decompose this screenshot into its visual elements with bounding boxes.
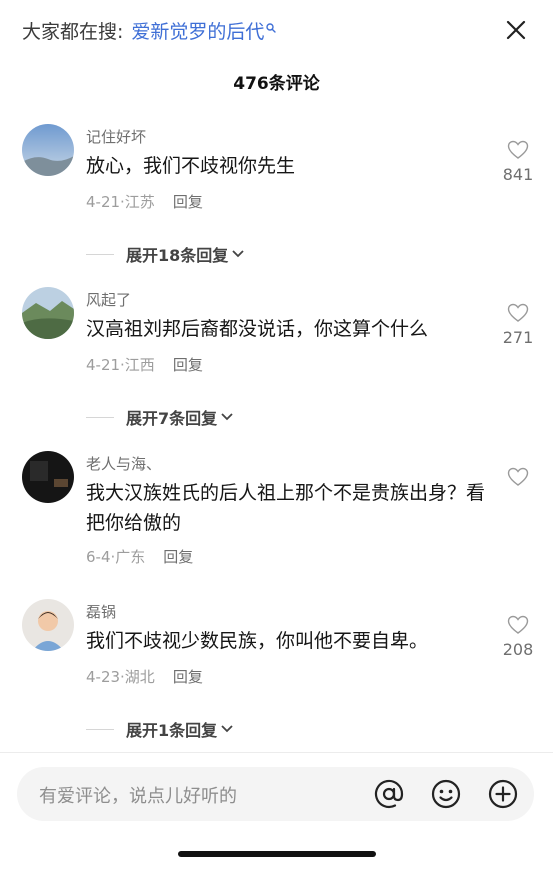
search-suggestion-prefix: 大家都在搜: (22, 20, 124, 43)
heart-icon (507, 467, 529, 486)
heart-icon (507, 303, 529, 322)
divider (86, 728, 114, 730)
comment-author[interactable]: 记住好坏 (86, 126, 146, 147)
comment-meta: 4-21·江苏 回复 (86, 191, 203, 212)
close-icon (506, 20, 526, 40)
like-count: 271 (502, 328, 534, 347)
chevron-down-icon (232, 250, 244, 258)
avatar[interactable] (22, 451, 74, 503)
like-button[interactable]: 841 (496, 140, 540, 184)
home-indicator[interactable] (178, 851, 376, 857)
heart-icon (507, 140, 529, 159)
mention-button[interactable] (373, 778, 405, 810)
expand-replies-label: 展开7条回复 (126, 409, 218, 428)
like-button[interactable] (496, 467, 540, 487)
comment-date-location: 4-21·江西 (86, 356, 155, 374)
divider (0, 752, 553, 753)
expand-replies-button[interactable]: 展开1条回复 (86, 717, 234, 741)
plus-icon (488, 779, 518, 809)
reply-button[interactable]: 回复 (173, 668, 203, 686)
avatar[interactable] (22, 124, 74, 176)
chevron-down-icon (221, 413, 233, 421)
comment-date-location: 4-23·湖北 (86, 668, 155, 686)
comment-meta: 4-23·湖北 回复 (86, 666, 203, 687)
comment-author[interactable]: 磊锅 (86, 601, 116, 622)
comment-input-placeholder: 有爱评论，说点儿好听的 (39, 786, 237, 807)
like-button[interactable]: 271 (496, 303, 540, 347)
comment-count-title: 476条评论 (233, 74, 320, 94)
comment-text: 汉高祖刘邦后裔都没说话，你这算个什么 (86, 318, 429, 340)
search-suggestion-bar[interactable]: 大家都在搜: 爱新觉罗的后代 (22, 14, 532, 46)
chevron-down-icon (221, 725, 233, 733)
expand-replies-label: 展开18条回复 (126, 246, 229, 265)
divider (86, 253, 114, 255)
like-count: 208 (502, 640, 534, 659)
like-button[interactable]: 208 (496, 615, 540, 659)
like-count: 841 (502, 165, 534, 184)
expand-replies-button[interactable]: 展开7条回复 (86, 405, 234, 429)
comment-input[interactable]: 有爱评论，说点儿好听的 (17, 767, 534, 821)
expand-replies-label: 展开1条回复 (126, 721, 218, 740)
avatar[interactable] (22, 287, 74, 339)
reply-button[interactable]: 回复 (173, 193, 203, 211)
comment-text: 我们不歧视少数民族，你叫他不要自卑。 (86, 630, 429, 652)
emoji-icon (431, 779, 461, 809)
expand-replies-button[interactable]: 展开18条回复 (86, 242, 245, 266)
close-button[interactable] (500, 14, 532, 46)
comment-date-location: 6-4·广东 (86, 548, 146, 566)
comment-text: 放心，我们不歧视你先生 (86, 155, 296, 177)
comment-author[interactable]: 老人与海、 (86, 453, 161, 474)
comment-author[interactable]: 风起了 (86, 289, 131, 310)
at-icon (374, 779, 404, 809)
divider (86, 416, 114, 418)
emoji-button[interactable] (430, 778, 462, 810)
add-button[interactable] (487, 778, 519, 810)
search-icon (266, 18, 277, 33)
reply-button[interactable]: 回复 (163, 548, 193, 566)
heart-icon (507, 615, 529, 634)
comment-meta: 4-21·江西 回复 (86, 354, 203, 375)
search-suggestion-term[interactable]: 爱新觉罗的后代 (131, 17, 264, 44)
comment-text: 我大汉族姓氏的后人祖上那个不是贵族出身？看把你给傲的 (86, 482, 486, 534)
comment-meta: 6-4·广东 回复 (86, 546, 193, 567)
reply-button[interactable]: 回复 (173, 356, 203, 374)
comment-date-location: 4-21·江苏 (86, 193, 155, 211)
avatar[interactable] (22, 599, 74, 651)
